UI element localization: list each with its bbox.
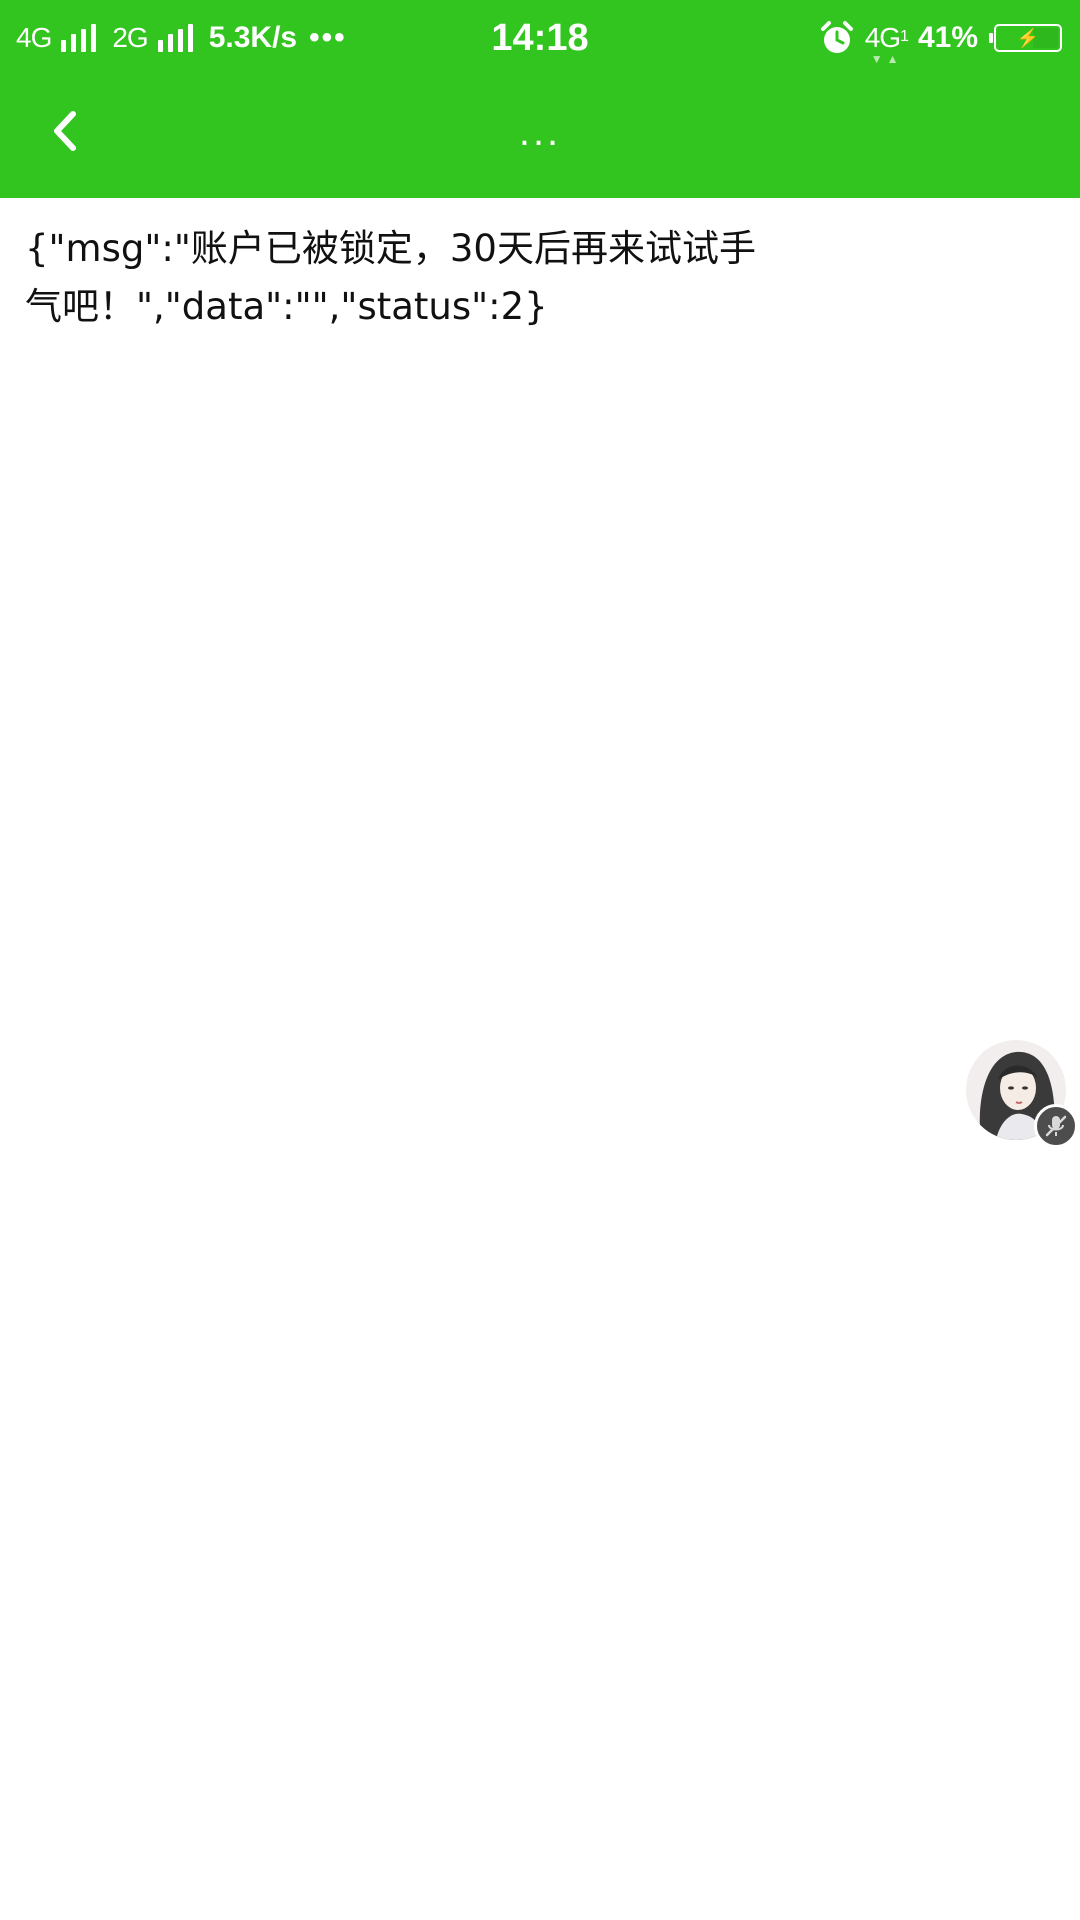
mic-muted-glyph bbox=[1045, 1115, 1067, 1137]
alarm-icon bbox=[819, 20, 855, 56]
status-bar: 4G 2G 5.3K/s ••• 14:18 4G1 ▼▲ 41% ⚡ bbox=[0, 0, 1080, 76]
data-activity-icon: ▼▲ bbox=[870, 52, 903, 66]
battery-charging-icon: ⚡ bbox=[989, 24, 1062, 52]
app-bar: ... bbox=[0, 76, 1080, 198]
charging-bolt-icon: ⚡ bbox=[1016, 28, 1040, 48]
data-network-indicator: 4G1 ▼▲ bbox=[864, 22, 909, 66]
response-text: {"msg":"账户已被锁定，30天后再来试试手气吧！","data":"","… bbox=[25, 227, 756, 328]
data-network-type: 4G bbox=[864, 22, 901, 53]
page-title: ... bbox=[518, 110, 562, 154]
data-network-sim: 1 bbox=[900, 28, 909, 45]
mic-muted-icon[interactable] bbox=[1034, 1104, 1078, 1148]
status-bar-right: 4G1 ▼▲ 41% ⚡ bbox=[819, 0, 1062, 76]
battery-percent: 41% bbox=[917, 21, 978, 54]
